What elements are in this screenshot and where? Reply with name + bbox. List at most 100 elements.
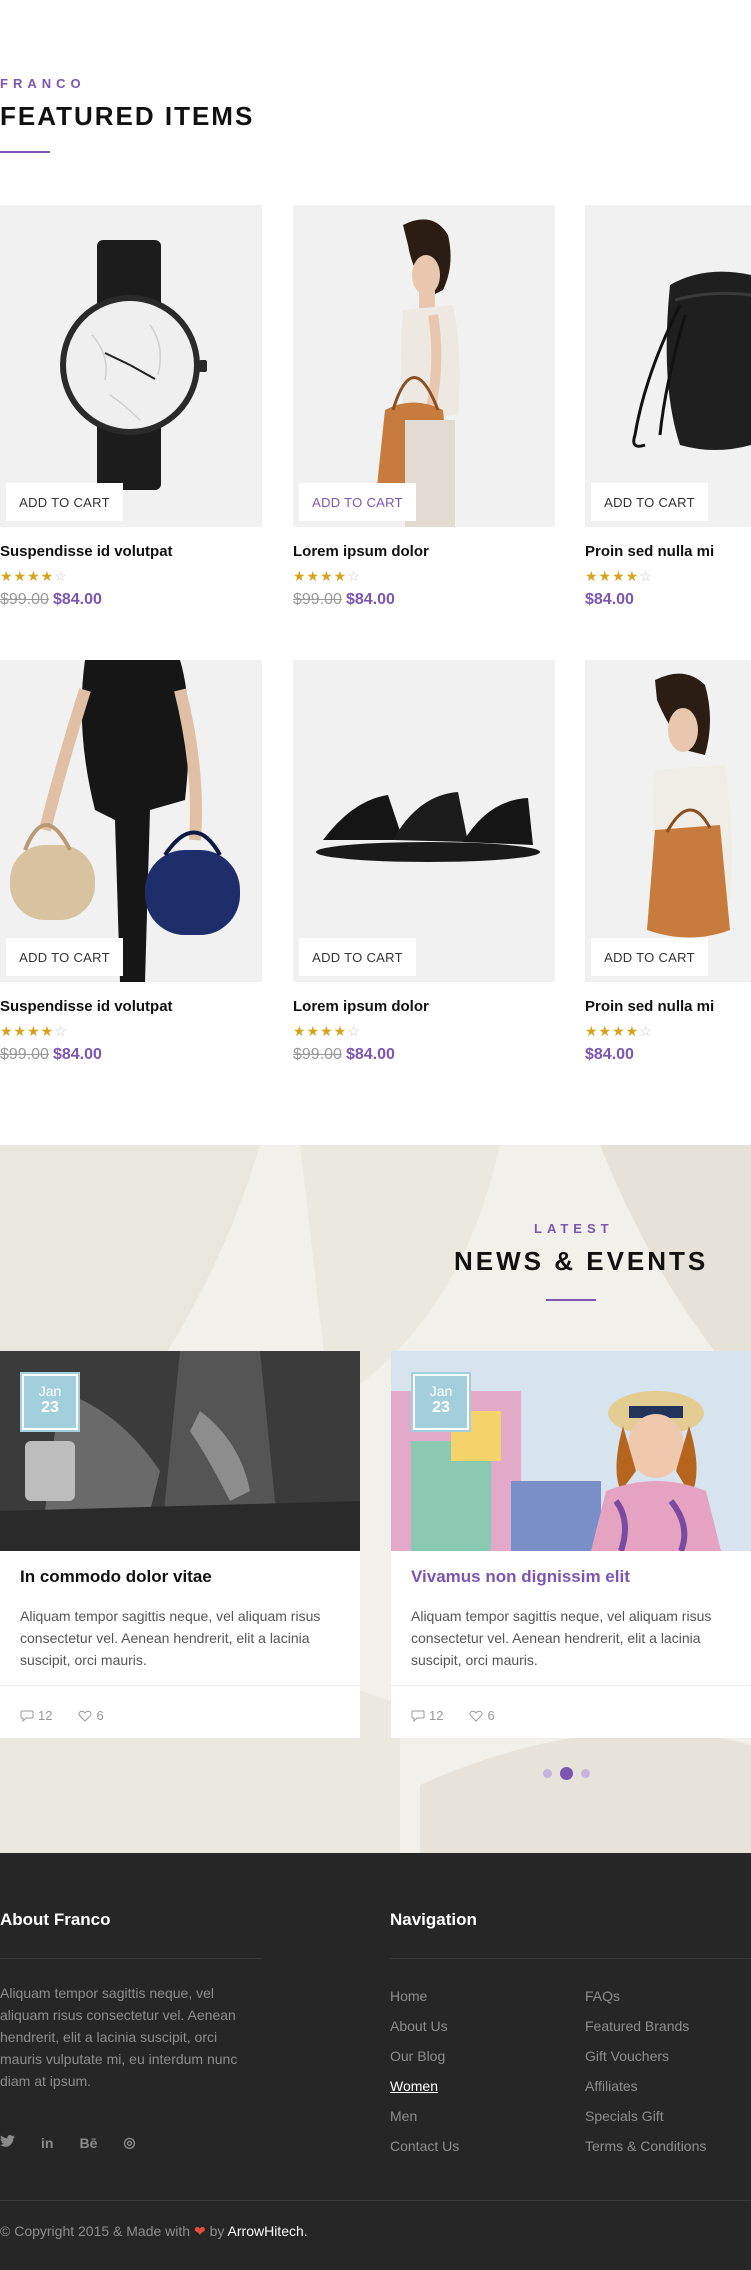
add-to-cart-button[interactable]: ADD TO CART: [299, 483, 416, 521]
star-rating: ★★★★☆: [585, 1023, 653, 1039]
add-to-cart-button[interactable]: ADD TO CART: [591, 938, 708, 976]
star-rating: ★★★★☆: [0, 568, 68, 584]
footer-link-faqs[interactable]: FAQs: [585, 1988, 706, 2018]
carousel-dot-3[interactable]: [581, 1769, 590, 1778]
product-card[interactable]: ADD TO CART Suspendisse id volutpat ★★★★…: [0, 205, 262, 609]
product-card[interactable]: ADD TO CART Proin sed nulla mi ★★★★☆ $84…: [585, 205, 751, 609]
product-price: $99.00 $84.00: [293, 591, 555, 609]
product-card[interactable]: ADD TO CART Lorem ipsum dolor ★★★★☆ $99.…: [293, 205, 555, 609]
footer-link-terms-conditions[interactable]: Terms & Conditions: [585, 2138, 706, 2168]
sale-price: $84.00: [585, 591, 634, 608]
footer-link-featured-brands[interactable]: Featured Brands: [585, 2018, 706, 2048]
carousel-dots: [543, 1767, 590, 1780]
footer-link-women[interactable]: Women: [390, 2078, 459, 2108]
news-post-card[interactable]: Jan 23 Vivamus non dignissim elit Aliqua…: [391, 1351, 751, 1738]
product-card[interactable]: ADD TO CART Lorem ipsum dolor ★★★★☆ $99.…: [293, 660, 555, 1064]
product-price: $99.00 $84.00: [0, 591, 262, 609]
star-rating: ★★★★☆: [0, 1023, 68, 1039]
product-image-backpack[interactable]: ADD TO CART: [585, 205, 751, 527]
linkedin-icon[interactable]: in: [41, 2135, 53, 2151]
footer-link-our-blog[interactable]: Our Blog: [390, 2048, 459, 2078]
post-divider: [0, 1685, 360, 1686]
product-image-woman-bag[interactable]: ADD TO CART: [293, 205, 555, 527]
product-image-watch[interactable]: ADD TO CART: [0, 205, 262, 527]
copyright-brand-link[interactable]: ArrowHitech.: [228, 2223, 308, 2239]
product-name[interactable]: Lorem ipsum dolor: [293, 543, 555, 560]
star-rating: ★★★★☆: [293, 1023, 361, 1039]
news-post-card[interactable]: Jan 23 In commodo dolor vitae Aliquam te…: [0, 1351, 360, 1738]
behance-icon[interactable]: Bē: [79, 2135, 97, 2151]
post-image-woman-hat[interactable]: Jan 23: [391, 1351, 751, 1551]
footer-link-specials-gift[interactable]: Specials Gift: [585, 2108, 706, 2138]
product-name[interactable]: Lorem ipsum dolor: [293, 998, 555, 1015]
site-footer: About Franco Aliquam tempor sagittis neq…: [0, 1853, 751, 2270]
product-image-woman-tote[interactable]: ADD TO CART: [585, 660, 751, 982]
carousel-dot-2[interactable]: [560, 1767, 573, 1780]
add-to-cart-button[interactable]: ADD TO CART: [6, 483, 123, 521]
heart-icon: ❤: [193, 2223, 206, 2239]
heart-icon: [469, 1710, 484, 1722]
post-title[interactable]: In commodo dolor vitae: [20, 1567, 212, 1587]
product-image-sandals[interactable]: ADD TO CART: [293, 660, 555, 982]
about-heading: About Franco: [0, 1910, 111, 1929]
star-rating: ★★★★☆: [293, 568, 361, 584]
star-rating: ★★★★☆: [585, 568, 653, 584]
carousel-dot-1[interactable]: [543, 1769, 552, 1778]
product-price: $84.00: [585, 1046, 751, 1064]
sale-price: $84.00: [585, 1046, 634, 1063]
news-title-rule: [546, 1299, 596, 1301]
post-meta: 12 6: [411, 1708, 495, 1723]
featured-title: FEATURED ITEMS: [0, 101, 255, 131]
sale-price: $84.00: [345, 591, 395, 608]
footer-link-home[interactable]: Home: [390, 1988, 459, 2018]
product-name[interactable]: Proin sed nulla mi: [585, 543, 751, 560]
product-name[interactable]: Suspendisse id volutpat: [0, 543, 262, 560]
post-excerpt: Aliquam tempor sagittis neque, vel aliqu…: [411, 1608, 712, 1668]
product-card[interactable]: ADD TO CART Suspendisse id volutpat ★★★★…: [0, 660, 262, 1064]
copyright-by: by: [209, 2223, 225, 2239]
old-price: $99.00: [293, 1046, 342, 1063]
post-month: Jan: [429, 1383, 453, 1399]
about-heading-rule: [0, 1958, 262, 1959]
about-text: Aliquam tempor sagittis neque, vel aliqu…: [0, 1985, 238, 2089]
old-price: $99.00: [293, 591, 342, 608]
product-image-man-duffels[interactable]: ADD TO CART: [0, 660, 262, 982]
footer-link-affiliates[interactable]: Affiliates: [585, 2078, 706, 2108]
comment-count[interactable]: 12: [411, 1708, 443, 1723]
post-image-painter[interactable]: Jan 23: [0, 1351, 360, 1551]
footer-link-men[interactable]: Men: [390, 2108, 459, 2138]
post-date-badge: Jan 23: [20, 1372, 80, 1432]
post-divider: [391, 1685, 751, 1686]
post-month: Jan: [38, 1383, 62, 1399]
add-to-cart-button[interactable]: ADD TO CART: [591, 483, 708, 521]
post-meta: 12 6: [20, 1708, 104, 1723]
product-name[interactable]: Proin sed nulla mi: [585, 998, 751, 1015]
news-events-section: LATEST NEWS & EVENTS Jan 23 In commodo d…: [0, 1145, 751, 1853]
product-price: $84.00: [585, 591, 751, 609]
post-title[interactable]: Vivamus non dignissim elit: [411, 1567, 630, 1587]
featured-eyebrow: FRANCO: [0, 76, 86, 91]
post-excerpt: Aliquam tempor sagittis neque, vel aliqu…: [20, 1608, 321, 1668]
comment-count[interactable]: 12: [20, 1708, 52, 1723]
footer-link-gift-vouchers[interactable]: Gift Vouchers: [585, 2048, 706, 2078]
add-to-cart-button[interactable]: ADD TO CART: [299, 938, 416, 976]
sale-price: $84.00: [345, 1046, 395, 1063]
heart-icon: [78, 1710, 93, 1722]
footer-link-contact-us[interactable]: Contact Us: [390, 2138, 459, 2168]
dribbble-icon[interactable]: ◎: [123, 2134, 135, 2151]
old-price: $99.00: [0, 1046, 49, 1063]
add-to-cart-button[interactable]: ADD TO CART: [6, 938, 123, 976]
like-count[interactable]: 6: [78, 1708, 104, 1723]
copyright-text: © Copyright 2015 & Made with: [0, 2223, 191, 2239]
social-links: in Bē ◎: [0, 2134, 136, 2151]
footer-link-about-us[interactable]: About Us: [390, 2018, 459, 2048]
featured-title-rule: [0, 151, 50, 153]
footer-bottom-rule: [0, 2200, 751, 2201]
post-day: 23: [41, 1399, 59, 1416]
news-title: NEWS & EVENTS: [454, 1246, 709, 1276]
twitter-icon[interactable]: [0, 2134, 15, 2151]
product-price: $99.00 $84.00: [293, 1046, 555, 1064]
product-name[interactable]: Suspendisse id volutpat: [0, 998, 262, 1015]
like-count[interactable]: 6: [469, 1708, 495, 1723]
product-card[interactable]: ADD TO CART Proin sed nulla mi ★★★★☆ $84…: [585, 660, 751, 1064]
